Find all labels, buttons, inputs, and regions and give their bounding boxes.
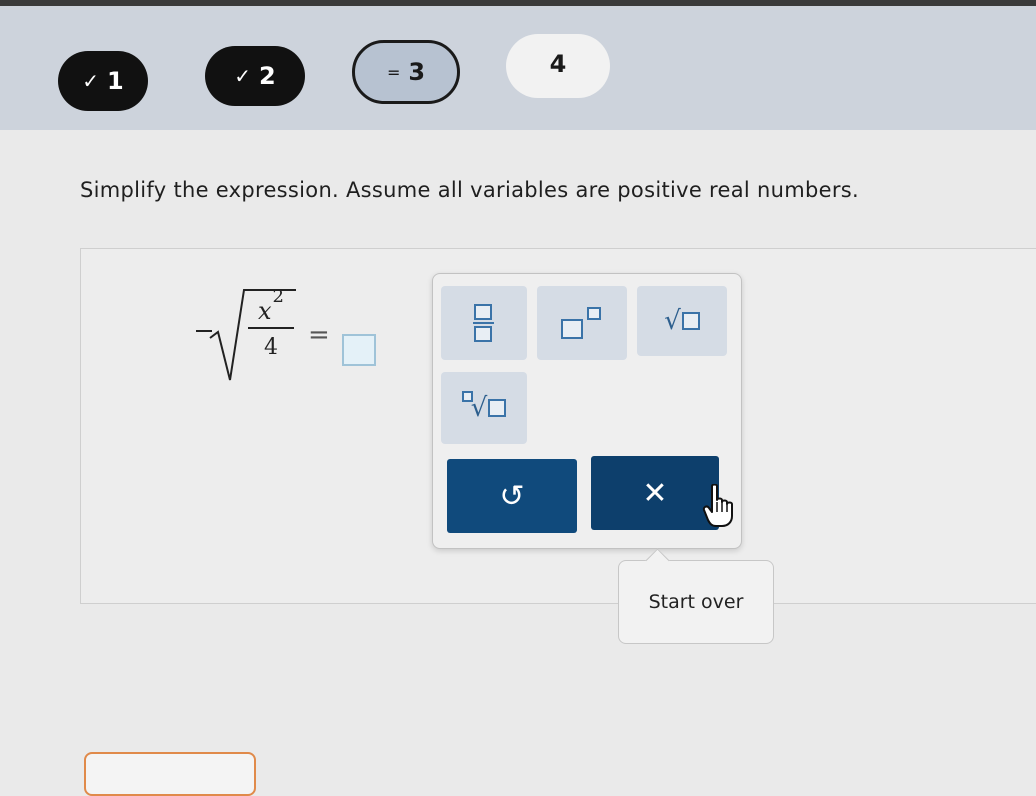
step-1-label: 1 (107, 67, 124, 95)
step-4-label: 4 (549, 50, 567, 78)
answer-input[interactable] (342, 334, 376, 366)
in-progress-icon: = (386, 62, 401, 82)
square-root-tool[interactable]: √ (637, 286, 727, 356)
hand-cursor-icon (702, 484, 733, 527)
square-root-icon: √ (664, 306, 681, 336)
step-3-label: 3 (408, 58, 426, 86)
undo-icon: ↺ (499, 478, 525, 514)
check-icon: ✓ (82, 69, 100, 93)
index-box-icon (461, 390, 473, 402)
question-prompt: Simplify the expression. Assume all vari… (80, 178, 859, 202)
step-2-button[interactable]: ✓ 2 (205, 46, 305, 106)
fraction-icon (473, 304, 494, 342)
nth-root-icon: √ (470, 393, 488, 423)
step-navigation-bar: ✓ 1 ✓ 2 = 3 4 (0, 0, 1036, 130)
denominator: 4 (264, 335, 278, 360)
numerator-variable: x (258, 297, 272, 325)
math-expression: x2 4 = (196, 286, 386, 386)
radicand-fraction: x2 4 (248, 286, 294, 360)
math-palette: √ √ ↺ ✕ (432, 273, 742, 549)
equals-sign: = (308, 320, 330, 350)
check-answer-button[interactable] (84, 752, 256, 796)
superscript-icon (561, 307, 601, 339)
check-icon: ✓ (234, 64, 252, 88)
fraction-tool[interactable] (441, 286, 527, 360)
step-1-button[interactable]: ✓ 1 (58, 51, 148, 111)
radicand-box-icon (488, 399, 507, 417)
numerator: x2 (248, 286, 294, 325)
fraction-bar (248, 327, 294, 329)
close-icon: ✕ (642, 475, 668, 511)
start-over-tooltip: Start over (618, 548, 774, 644)
clear-button[interactable]: ✕ (591, 456, 719, 530)
exponent-tool[interactable] (537, 286, 627, 360)
radicand-box-icon (681, 312, 700, 330)
reset-button[interactable]: ↺ (447, 459, 577, 533)
step-2-label: 2 (259, 62, 276, 90)
numerator-exponent: 2 (272, 286, 284, 307)
step-4-button[interactable]: 4 (506, 34, 610, 98)
nth-root-tool[interactable]: √ (441, 372, 527, 444)
step-3-button[interactable]: = 3 (352, 40, 460, 104)
tooltip-text: Start over (648, 591, 744, 613)
